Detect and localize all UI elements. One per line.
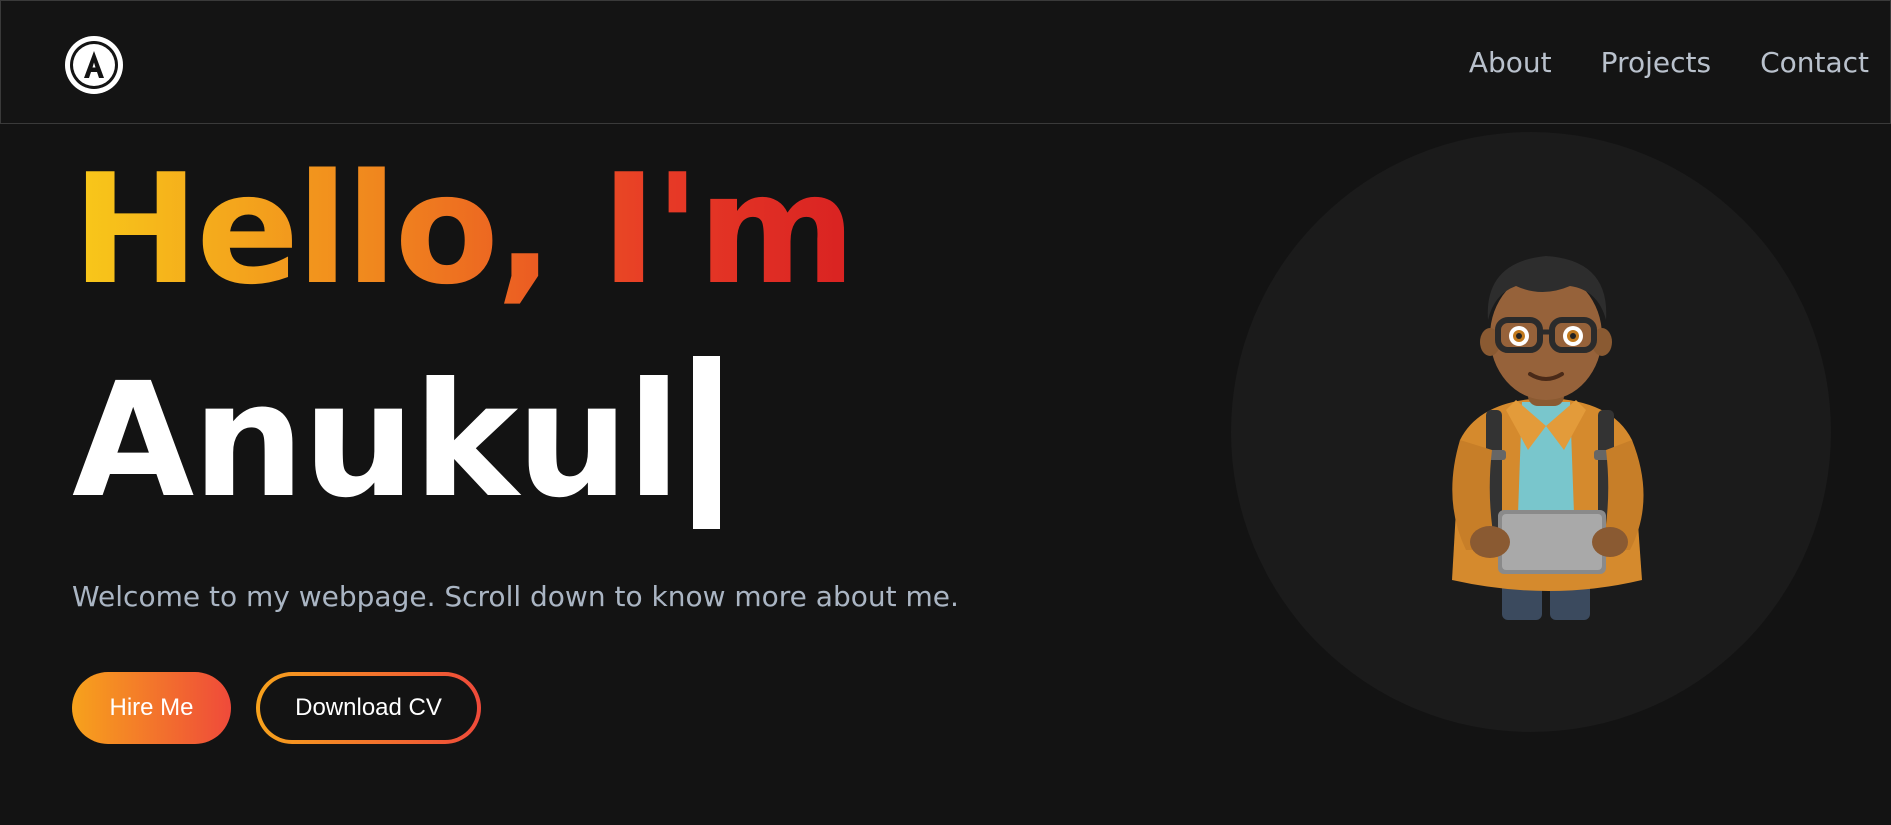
hire-me-button[interactable]: Hire Me xyxy=(72,672,231,744)
hero-name: Anukul xyxy=(72,349,681,533)
navbar: About Projects Contact xyxy=(0,0,1891,124)
nav-link-contact[interactable]: Contact xyxy=(1760,46,1869,80)
hero-greeting-wrapper: Hello, I'm xyxy=(72,150,1072,310)
typing-caret xyxy=(692,356,720,529)
logo-icon[interactable] xyxy=(62,33,126,97)
download-cv-button[interactable]: Download CV xyxy=(256,672,481,744)
nav-link-projects[interactable]: Projects xyxy=(1601,46,1711,80)
hero-buttons: Hire Me Download CV xyxy=(72,672,481,744)
nav-links: About Projects Contact xyxy=(1469,46,1869,80)
nav-link-about[interactable]: About xyxy=(1469,46,1552,80)
hero-name-row: Anukul xyxy=(72,356,720,529)
download-cv-label: Download CV xyxy=(260,676,477,740)
developer-avatar-icon xyxy=(1452,256,1644,620)
hero-tagline: Welcome to my webpage. Scroll down to kn… xyxy=(72,580,959,613)
hero-greeting: Hello, I'm xyxy=(72,141,856,318)
